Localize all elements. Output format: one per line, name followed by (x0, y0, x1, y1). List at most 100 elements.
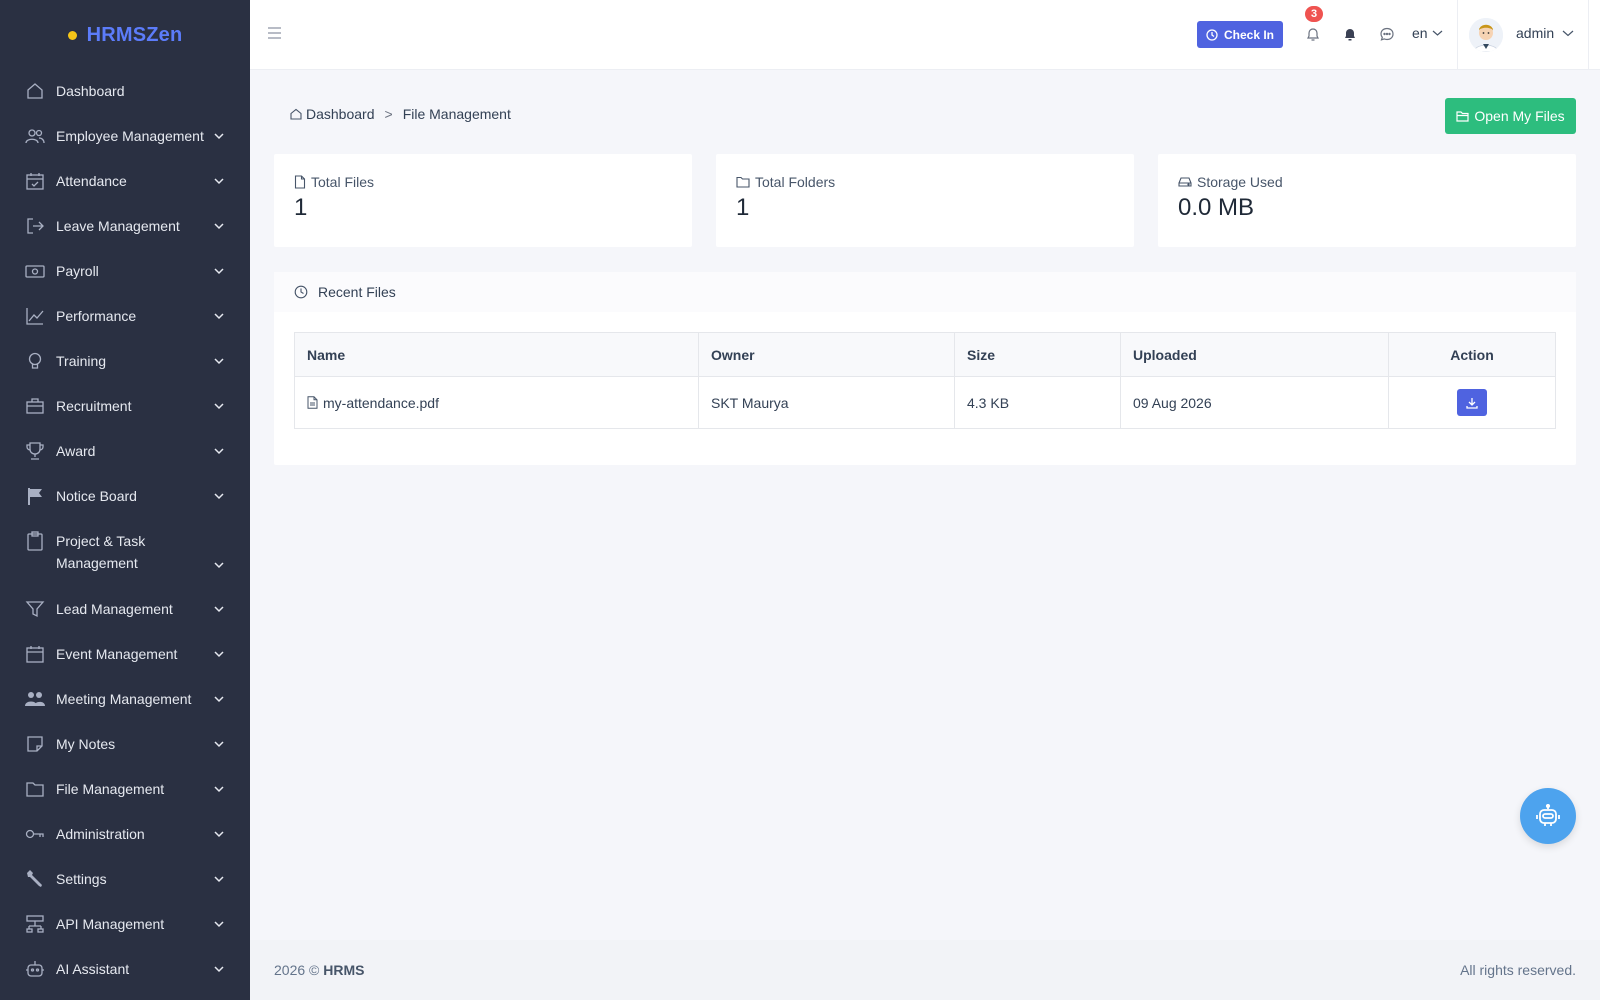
chevron-down-icon (214, 741, 224, 748)
sidebar-item-administration[interactable]: Administration (0, 823, 250, 868)
notification-count-badge: 3 (1305, 6, 1323, 22)
history-icon (294, 285, 308, 299)
chevron-down-icon (214, 562, 224, 569)
folder-icon (736, 176, 750, 188)
chat-icon[interactable] (1379, 26, 1395, 42)
topbar: Check In 3 en admin (250, 0, 1600, 70)
file-icon (294, 175, 306, 189)
sidebar-item-leave-management[interactable]: Leave Management (0, 215, 250, 260)
wrench-icon (24, 868, 46, 890)
user-menu[interactable]: admin (1516, 25, 1574, 41)
sidebar-item-label: AI Assistant (56, 961, 130, 977)
file-name-cell[interactable]: my-attendance.pdf (294, 376, 699, 429)
stat-card-storage-used: Storage Used 0.0 MB (1158, 154, 1576, 247)
breadcrumb-home-link[interactable]: Dashboard (306, 106, 375, 122)
sidebar-nav: Dashboard Employee Management Attendance… (0, 70, 250, 1000)
table-header-row: Name Owner Size Uploaded Action (294, 332, 1556, 377)
sidebar-item-recruitment[interactable]: Recruitment (0, 395, 250, 440)
check-in-button[interactable]: Check In (1197, 21, 1284, 48)
sidebar-item-notice-board[interactable]: Notice Board (0, 485, 250, 530)
file-uploaded: 09 Aug 2026 (1120, 376, 1389, 429)
clipboard-icon (24, 530, 46, 552)
breadcrumb-separator: > (384, 106, 393, 122)
sidebar-item-payroll[interactable]: Payroll (0, 260, 250, 305)
recent-files-card: Recent Files Name Owner Size Uploaded Ac… (274, 272, 1576, 465)
calendar-icon (24, 643, 46, 665)
open-my-files-button[interactable]: Open My Files (1445, 98, 1576, 134)
footer-rights: All rights reserved. (1460, 962, 1576, 978)
sidebar-item-label: Leave Management (56, 218, 180, 234)
pdf-file-icon (307, 396, 318, 409)
column-header-size[interactable]: Size (954, 332, 1121, 377)
chevron-down-icon (214, 831, 224, 838)
chevron-down-icon (214, 696, 224, 703)
hamburger-menu-icon[interactable] (268, 26, 281, 40)
stat-label: Storage Used (1197, 174, 1283, 190)
column-header-name[interactable]: Name (294, 332, 699, 377)
sidebar-item-award[interactable]: Award (0, 440, 250, 485)
sidebar-item-label: Administration (56, 826, 145, 842)
recent-files-header: Recent Files (274, 272, 1576, 312)
username-label: admin (1516, 25, 1555, 41)
stat-label: Total Files (311, 174, 375, 190)
stat-card-total-files: Total Files 1 (274, 154, 692, 247)
column-header-owner[interactable]: Owner (698, 332, 955, 377)
table-row: my-attendance.pdf SKT Maurya 4.3 KB 09 A… (294, 376, 1556, 429)
sidebar-item-lead-management[interactable]: Lead Management (0, 598, 250, 643)
sidebar-item-project-task-management[interactable]: Project & Task Management (0, 530, 250, 598)
network-icon (24, 913, 46, 935)
breadcrumb: Dashboard > File Management (290, 106, 511, 122)
sidebar-item-label: Attendance (56, 173, 127, 189)
sidebar-item-label: Recruitment (56, 398, 132, 414)
sidebar-item-attendance[interactable]: Attendance (0, 170, 250, 215)
brand[interactable]: HRMSZen (0, 0, 250, 70)
chevron-down-icon (214, 448, 224, 455)
open-my-files-label: Open My Files (1474, 108, 1565, 124)
sidebar-item-event-management[interactable]: Event Management (0, 643, 250, 688)
lightbulb-icon (24, 350, 46, 372)
bell-icon[interactable] (1342, 26, 1358, 42)
stat-value: 1 (294, 194, 308, 221)
hard-drive-icon (1178, 177, 1192, 187)
sidebar-item-dashboard[interactable]: Dashboard (0, 80, 250, 125)
breadcrumb-current: File Management (402, 106, 511, 122)
chevron-down-icon (214, 876, 224, 883)
group-icon (24, 688, 46, 710)
sidebar-item-api-management[interactable]: API Management (0, 913, 250, 958)
column-header-uploaded[interactable]: Uploaded (1120, 332, 1389, 377)
footer: 2026 © HRMS All rights reserved. (250, 940, 1600, 1000)
sidebar-item-employee-management[interactable]: Employee Management (0, 125, 250, 170)
sidebar-item-label: Employee Management (56, 128, 204, 144)
ai-assistant-floating-button[interactable] (1520, 788, 1576, 844)
language-selector[interactable]: en (1412, 25, 1443, 41)
chevron-down-icon (214, 313, 224, 320)
bell-outline-icon[interactable] (1305, 26, 1321, 42)
chevron-down-icon (1562, 30, 1574, 37)
sidebar-item-my-notes[interactable]: My Notes (0, 733, 250, 778)
robot-icon (24, 958, 46, 980)
key-icon (24, 823, 46, 845)
sidebar-item-label: Settings (56, 871, 107, 887)
recent-files-table: Name Owner Size Uploaded Action my-atten… (294, 332, 1556, 429)
sign-out-icon (24, 215, 46, 237)
language-label: en (1412, 25, 1428, 41)
chevron-down-icon (214, 358, 224, 365)
sidebar-item-training[interactable]: Training (0, 350, 250, 395)
chart-line-icon (24, 305, 46, 327)
note-icon (24, 733, 46, 755)
sidebar-item-ai-assistant[interactable]: AI Assistant (0, 958, 250, 1000)
briefcase-icon (24, 395, 46, 417)
download-icon (1466, 397, 1478, 409)
sidebar-item-file-management[interactable]: File Management (0, 778, 250, 823)
chevron-down-icon (214, 921, 224, 928)
sidebar-item-performance[interactable]: Performance (0, 305, 250, 350)
sidebar-item-label: API Management (56, 916, 165, 932)
download-button[interactable] (1457, 389, 1487, 416)
sidebar-item-settings[interactable]: Settings (0, 868, 250, 913)
sidebar-item-meeting-management[interactable]: Meeting Management (0, 688, 250, 733)
footer-copyright: 2026 © HRMS (274, 962, 365, 978)
sidebar-item-label: Lead Management (56, 601, 173, 617)
brand-dot-icon (67, 30, 77, 40)
home-icon (24, 80, 46, 102)
avatar[interactable] (1469, 18, 1503, 52)
